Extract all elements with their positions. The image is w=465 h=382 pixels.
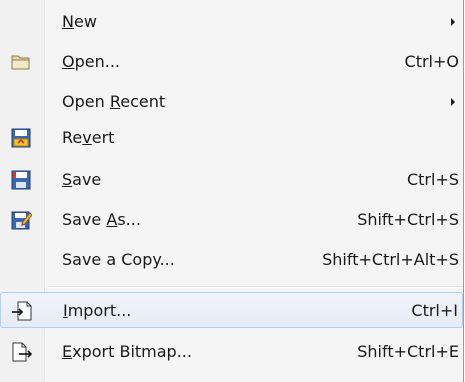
menu-item-label: Import...	[63, 301, 132, 320]
menu-item-shortcut: Shift+Ctrl+S	[357, 210, 459, 229]
save-icon	[10, 169, 32, 191]
folder-icon	[10, 51, 32, 73]
menu-item-shortcut: Shift+Ctrl+Alt+S	[322, 250, 459, 269]
export-icon	[10, 341, 33, 363]
menu-item-open-recent[interactable]: Open Recent	[0, 84, 463, 120]
menu-item-shortcut: Ctrl+O	[404, 52, 459, 71]
menu-item-label: Export Bitmap...	[62, 342, 192, 361]
menu-item-save-a-copy[interactable]: Save a Copy... Shift+Ctrl+Alt+S	[0, 242, 463, 278]
import-icon	[11, 300, 33, 322]
submenu-arrow-icon	[451, 98, 455, 106]
submenu-arrow-icon	[451, 18, 455, 26]
menu-item-export-bitmap[interactable]: Export Bitmap... Shift+Ctrl+E	[0, 334, 463, 370]
menu-item-label: Save a Copy...	[62, 250, 175, 269]
menu-item-shortcut: Shift+Ctrl+E	[357, 342, 459, 361]
menu-item-save-as[interactable]: Save As... Shift+Ctrl+S	[0, 202, 463, 238]
revert-icon	[10, 127, 32, 149]
menu-separator	[48, 286, 463, 288]
menu-item-import[interactable]: Import... Ctrl+I	[0, 292, 463, 328]
menu-item-open[interactable]: Open... Ctrl+O	[0, 44, 463, 80]
menu-item-label: Open Recent	[62, 92, 166, 111]
menu-item-save[interactable]: Save Ctrl+S	[0, 162, 463, 198]
menu-item-label: Revert	[62, 128, 115, 147]
menu-item-label: Save	[62, 170, 102, 189]
menu-item-new[interactable]: New	[0, 4, 463, 40]
menu-item-label: Open...	[62, 52, 120, 71]
menu-item-shortcut: Ctrl+I	[411, 301, 458, 320]
menu-item-revert[interactable]: Revert	[0, 120, 463, 156]
save-as-icon	[10, 209, 33, 231]
menu-item-shortcut: Ctrl+S	[406, 170, 459, 189]
file-menu: New Open... Ctrl+O Open Recent Revert Sa…	[0, 0, 464, 382]
menu-item-label: Save As...	[62, 210, 141, 229]
menu-item-label: New	[62, 12, 97, 31]
